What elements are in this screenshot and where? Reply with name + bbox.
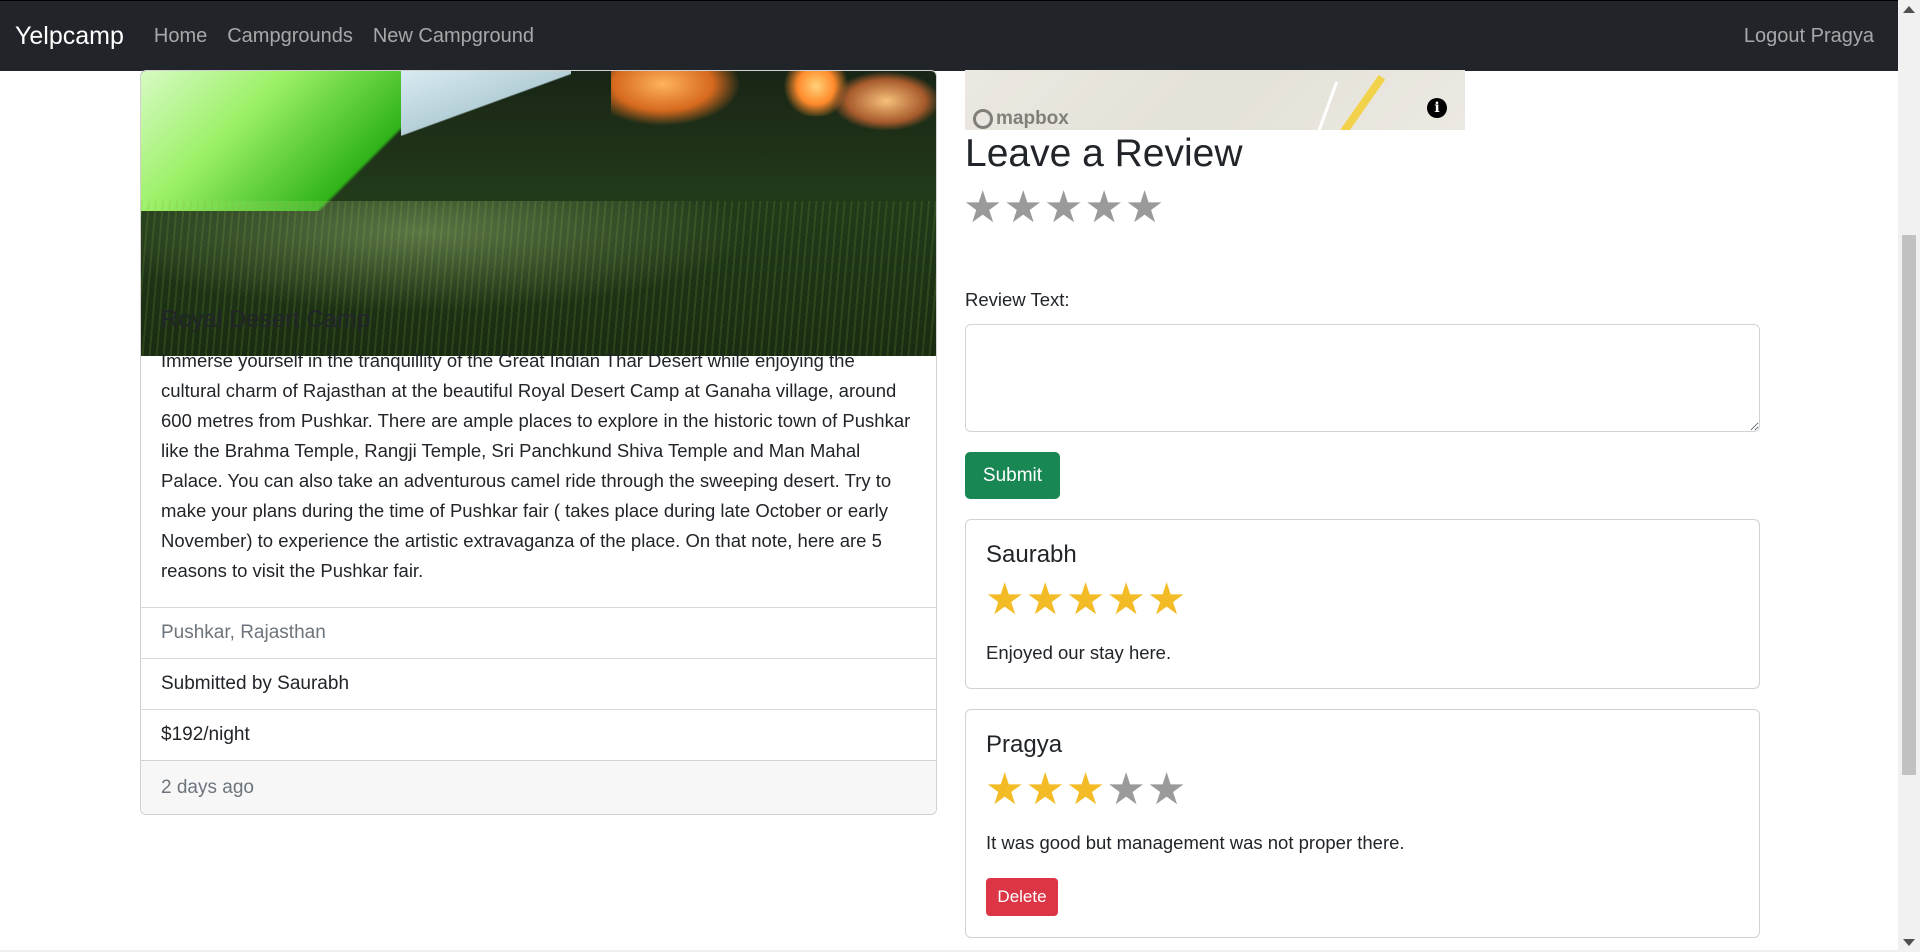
- star-icon[interactable]: ★: [1125, 186, 1164, 230]
- star-icon[interactable]: ★: [963, 186, 1002, 230]
- campground-location: Pushkar, Rajasthan: [141, 607, 936, 658]
- star-icon: ★: [1065, 765, 1106, 814]
- campground-price: $192/night: [141, 709, 936, 760]
- review-rating: ★ ★ ★ ★ ★: [985, 578, 1186, 622]
- star-icon: ★: [1025, 575, 1065, 624]
- scroll-up-arrow-icon[interactable]: [1903, 6, 1915, 13]
- scrollbar-thumb[interactable]: [1902, 235, 1916, 775]
- tent-shape: [831, 71, 936, 131]
- nav-new-campground-link[interactable]: New Campground: [373, 25, 534, 48]
- star-icon: ★: [1025, 765, 1065, 814]
- review-text-label: Review Text:: [965, 289, 1070, 310]
- mapbox-icon: [973, 109, 993, 129]
- nav-home-link[interactable]: Home: [154, 25, 207, 48]
- star-icon: ★: [1106, 575, 1146, 624]
- review-rating: ★ ★ ★ ★ ★: [985, 768, 1186, 812]
- tent-shape: [401, 71, 571, 136]
- campground-card: Royal Desert Camp Immerse yourself in th…: [140, 70, 937, 815]
- star-icon: ★: [985, 765, 1025, 814]
- campground-submitted-by: Submitted by Saurabh: [141, 658, 936, 709]
- campground-map[interactable]: mapbox i: [965, 70, 1465, 130]
- star-icon: ★: [1146, 575, 1187, 624]
- logout-link[interactable]: Logout Pragya: [1744, 25, 1874, 48]
- card-footer-posted: 2 days ago: [141, 760, 936, 814]
- delete-review-button[interactable]: Delete: [986, 878, 1058, 916]
- mapbox-logo-text: mapbox: [996, 108, 1069, 129]
- star-icon[interactable]: ★: [1084, 186, 1123, 230]
- rating-input[interactable]: ★ ★ ★ ★ ★: [963, 186, 1164, 230]
- card-body: Royal Desert Camp Immerse yourself in th…: [141, 286, 936, 606]
- campground-title: Royal Desert Camp: [161, 306, 371, 333]
- nav-campgrounds-link[interactable]: Campgrounds: [227, 25, 353, 48]
- submit-review-button[interactable]: Submit: [965, 452, 1060, 499]
- leave-review-heading: Leave a Review: [965, 132, 1243, 175]
- star-icon: ★: [985, 575, 1025, 624]
- scroll-down-arrow-icon[interactable]: [1903, 939, 1915, 946]
- campground-description: Immerse yourself in the tranquillity of …: [161, 350, 911, 581]
- review-text: Enjoyed our stay here.: [986, 642, 1172, 663]
- reviewer-name: Pragya: [986, 731, 1063, 758]
- brand-link[interactable]: Yelpcamp: [15, 22, 124, 51]
- star-icon: ★: [1146, 765, 1187, 814]
- info-icon[interactable]: i: [1427, 98, 1447, 118]
- review-text-input[interactable]: [965, 324, 1760, 432]
- page-scrollbar[interactable]: [1898, 0, 1920, 952]
- star-icon[interactable]: ★: [1044, 186, 1083, 230]
- mapbox-logo[interactable]: mapbox: [973, 108, 1069, 130]
- review-card: Pragya ★ ★ ★ ★ ★ It was good but managem…: [965, 709, 1760, 938]
- review-text: It was good but management was not prope…: [986, 832, 1405, 853]
- star-icon: ★: [1106, 765, 1146, 814]
- review-card: Saurabh ★ ★ ★ ★ ★ Enjoyed our stay here.: [965, 519, 1760, 689]
- reviewer-name: Saurabh: [986, 541, 1077, 568]
- map-road: [1332, 74, 1386, 130]
- star-icon: ★: [1065, 575, 1106, 624]
- tent-shape: [611, 71, 741, 126]
- top-navbar: Yelpcamp Home Campgrounds New Campground…: [0, 0, 1898, 71]
- star-icon[interactable]: ★: [1003, 186, 1042, 230]
- map-road: [1314, 81, 1339, 130]
